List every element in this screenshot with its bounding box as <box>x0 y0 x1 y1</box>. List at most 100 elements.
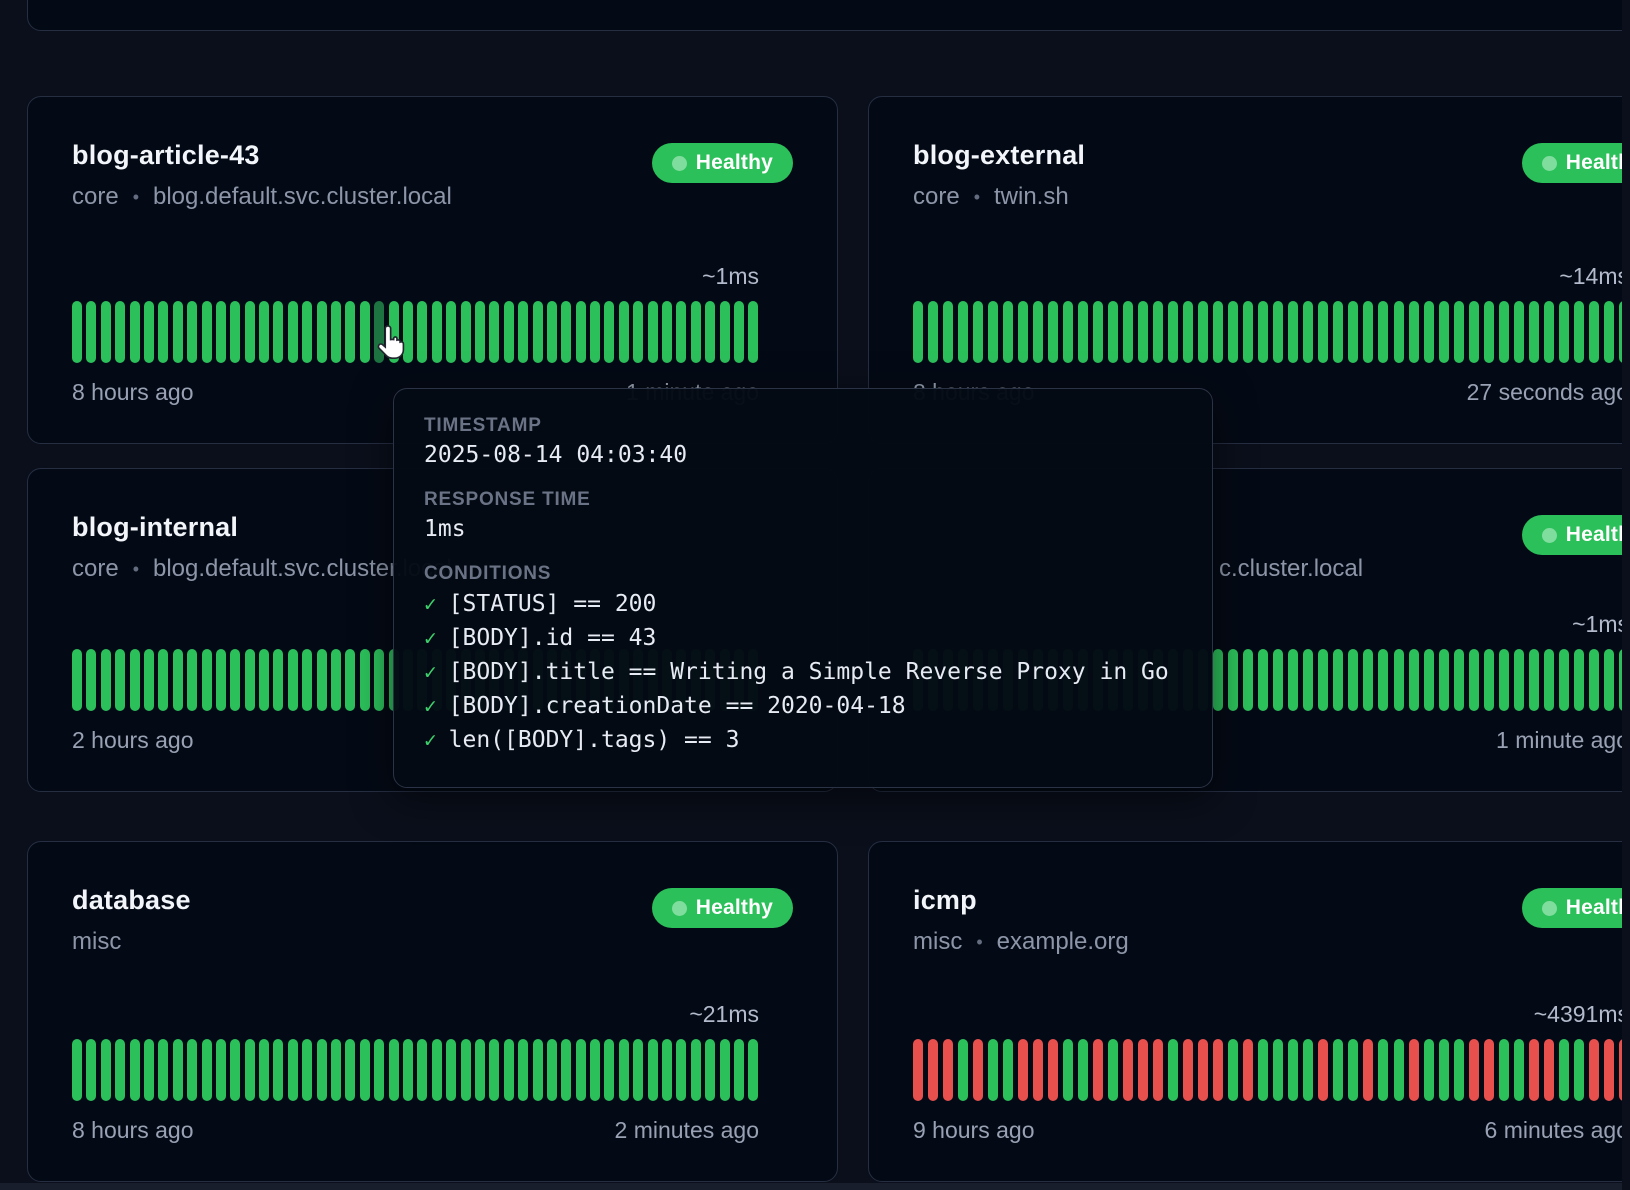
uptime-bar[interactable] <box>489 1039 499 1101</box>
uptime-bar[interactable] <box>1018 1039 1028 1101</box>
uptime-bar[interactable] <box>317 301 327 363</box>
endpoint-card-database[interactable]: database misc • Healthy ~21ms 8 hours ag… <box>27 841 838 1182</box>
uptime-bar[interactable] <box>1273 1039 1283 1101</box>
uptime-bar[interactable] <box>489 301 499 363</box>
uptime-bar[interactable] <box>230 301 240 363</box>
uptime-bar[interactable] <box>173 649 183 711</box>
uptime-bar[interactable] <box>1123 1039 1133 1101</box>
uptime-bar[interactable] <box>1258 301 1268 363</box>
uptime-bar[interactable] <box>1033 301 1043 363</box>
uptime-bar[interactable] <box>461 1039 471 1101</box>
uptime-bar[interactable] <box>1288 649 1298 711</box>
uptime-bar[interactable] <box>748 1039 758 1101</box>
uptime-bar[interactable] <box>86 649 96 711</box>
uptime-bar[interactable] <box>374 301 384 363</box>
uptime-bar[interactable] <box>734 301 744 363</box>
uptime-bar[interactable] <box>216 301 226 363</box>
uptime-bar[interactable] <box>302 301 312 363</box>
uptime-bar[interactable] <box>913 1039 923 1101</box>
uptime-bars[interactable] <box>913 1039 1622 1101</box>
uptime-bar[interactable] <box>1619 1039 1622 1101</box>
uptime-bar[interactable] <box>576 301 586 363</box>
uptime-bar[interactable] <box>1063 301 1073 363</box>
uptime-bar[interactable] <box>144 1039 154 1101</box>
uptime-bar[interactable] <box>173 301 183 363</box>
uptime-bar[interactable] <box>158 649 168 711</box>
uptime-bar[interactable] <box>345 301 355 363</box>
uptime-bar[interactable] <box>928 1039 938 1101</box>
uptime-bar[interactable] <box>1258 649 1268 711</box>
uptime-bar[interactable] <box>1589 1039 1599 1101</box>
uptime-bar[interactable] <box>504 1039 514 1101</box>
uptime-bar[interactable] <box>1454 649 1464 711</box>
uptime-bar[interactable] <box>1439 301 1449 363</box>
uptime-bar[interactable] <box>1153 1039 1163 1101</box>
uptime-bar[interactable] <box>1363 649 1373 711</box>
uptime-bar[interactable] <box>1378 1039 1388 1101</box>
uptime-bar[interactable] <box>345 649 355 711</box>
uptime-bar[interactable] <box>633 301 643 363</box>
uptime-bar[interactable] <box>676 301 686 363</box>
uptime-bar[interactable] <box>648 1039 658 1101</box>
uptime-bar[interactable] <box>115 1039 125 1101</box>
uptime-bar[interactable] <box>72 649 82 711</box>
uptime-bar[interactable] <box>928 301 938 363</box>
uptime-bars[interactable] <box>72 301 759 363</box>
uptime-bar[interactable] <box>1394 649 1404 711</box>
uptime-bar[interactable] <box>547 301 557 363</box>
uptime-bar[interactable] <box>1213 1039 1223 1101</box>
uptime-bar[interactable] <box>1213 301 1223 363</box>
uptime-bar[interactable] <box>1409 649 1419 711</box>
uptime-bar[interactable] <box>1348 649 1358 711</box>
uptime-bar[interactable] <box>273 1039 283 1101</box>
uptime-bar[interactable] <box>973 301 983 363</box>
uptime-bar[interactable] <box>1454 1039 1464 1101</box>
uptime-bar[interactable] <box>1484 301 1494 363</box>
uptime-bar[interactable] <box>273 301 283 363</box>
uptime-bar[interactable] <box>446 1039 456 1101</box>
uptime-bar[interactable] <box>691 301 701 363</box>
uptime-bar[interactable] <box>1499 649 1509 711</box>
uptime-bar[interactable] <box>1574 301 1584 363</box>
uptime-bar[interactable] <box>173 1039 183 1101</box>
uptime-bar[interactable] <box>360 1039 370 1101</box>
uptime-bar[interactable] <box>1213 649 1223 711</box>
uptime-bar[interactable] <box>943 1039 953 1101</box>
uptime-bar[interactable] <box>1619 301 1622 363</box>
uptime-bar[interactable] <box>561 1039 571 1101</box>
uptime-bar[interactable] <box>345 1039 355 1101</box>
uptime-bar[interactable] <box>1048 301 1058 363</box>
uptime-bar[interactable] <box>748 301 758 363</box>
uptime-bar[interactable] <box>288 649 298 711</box>
uptime-bar[interactable] <box>1243 1039 1253 1101</box>
uptime-bar[interactable] <box>1604 649 1614 711</box>
uptime-bar[interactable] <box>705 1039 715 1101</box>
uptime-bar[interactable] <box>331 1039 341 1101</box>
uptime-bar[interactable] <box>988 301 998 363</box>
uptime-bar[interactable] <box>273 649 283 711</box>
uptime-bar[interactable] <box>734 1039 744 1101</box>
uptime-bar[interactable] <box>461 301 471 363</box>
uptime-bar[interactable] <box>317 649 327 711</box>
uptime-bar[interactable] <box>101 649 111 711</box>
partial-card-top[interactable] <box>27 0 1622 31</box>
uptime-bar[interactable] <box>331 301 341 363</box>
uptime-bar[interactable] <box>1078 301 1088 363</box>
uptime-bar[interactable] <box>1529 1039 1539 1101</box>
uptime-bar[interactable] <box>604 301 614 363</box>
uptime-bar[interactable] <box>245 301 255 363</box>
uptime-bar[interactable] <box>1348 1039 1358 1101</box>
uptime-bar[interactable] <box>288 301 298 363</box>
uptime-bar[interactable] <box>1544 649 1554 711</box>
uptime-bar[interactable] <box>590 1039 600 1101</box>
uptime-bar[interactable] <box>259 649 269 711</box>
uptime-bar[interactable] <box>1318 649 1328 711</box>
uptime-bar[interactable] <box>216 1039 226 1101</box>
uptime-bar[interactable] <box>115 301 125 363</box>
uptime-bar[interactable] <box>130 301 140 363</box>
uptime-bar[interactable] <box>662 301 672 363</box>
uptime-bar[interactable] <box>705 301 715 363</box>
uptime-bar[interactable] <box>1168 301 1178 363</box>
uptime-bar[interactable] <box>1469 649 1479 711</box>
uptime-bar[interactable] <box>259 301 269 363</box>
